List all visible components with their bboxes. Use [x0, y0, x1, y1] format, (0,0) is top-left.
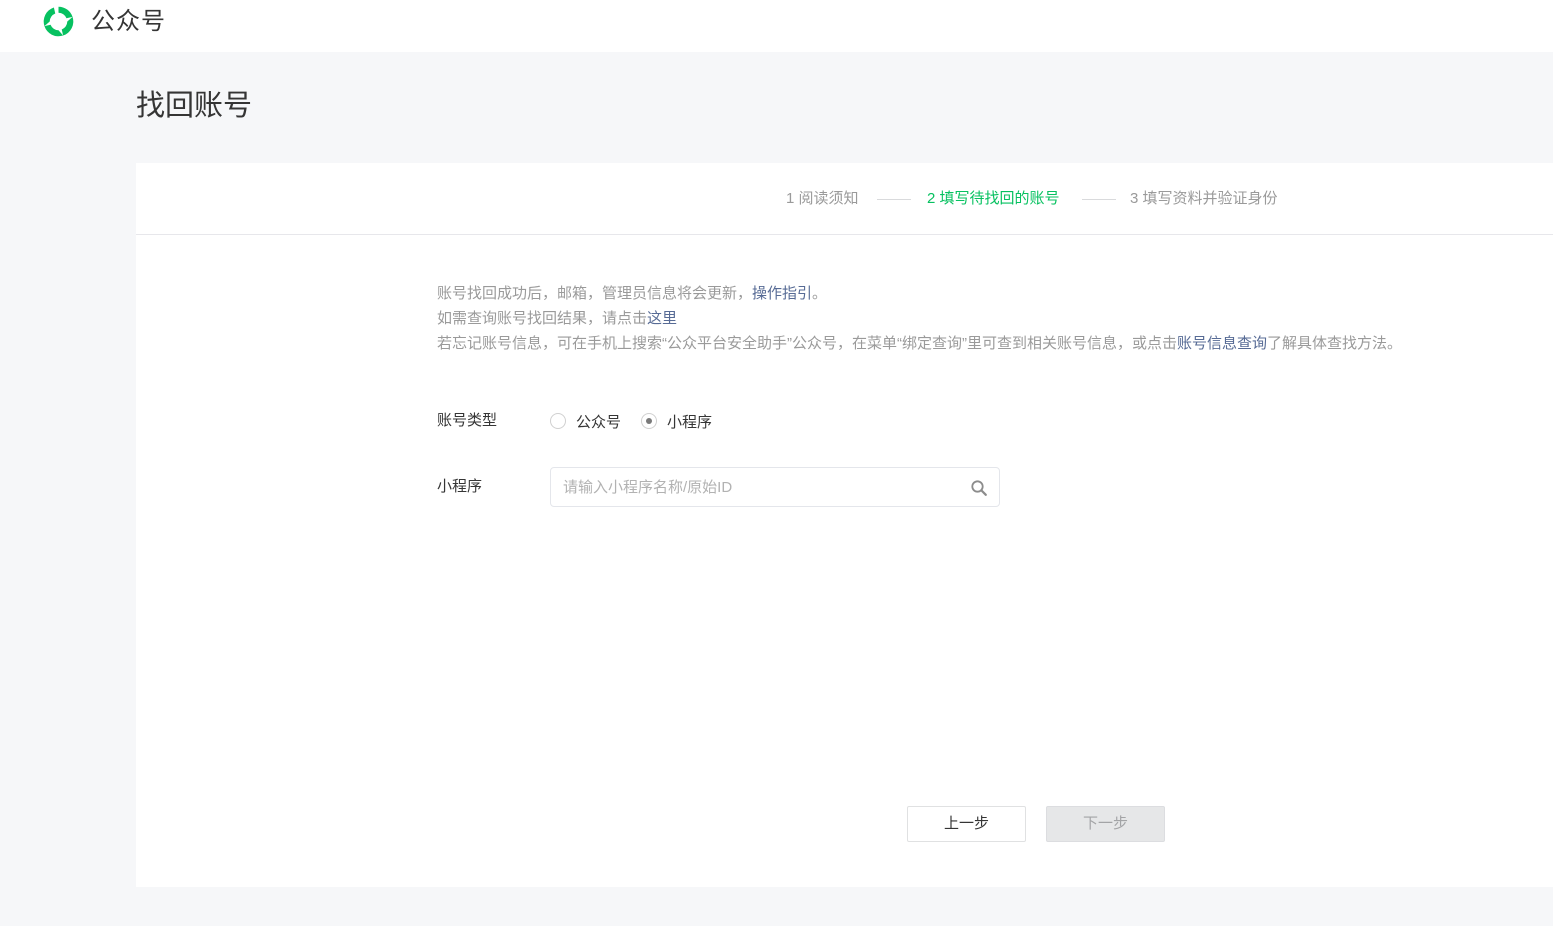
notice-line-2: 如需查询账号找回结果，请点击这里: [437, 310, 678, 327]
radio-button[interactable]: [550, 413, 566, 429]
step-divider: [1082, 199, 1116, 200]
top-header: 公众号: [0, 0, 1553, 52]
operation-guide-link[interactable]: 操作指引: [752, 285, 812, 302]
radio-label: 公众号: [576, 413, 622, 431]
brand-name: 公众号: [91, 8, 166, 35]
previous-step-button[interactable]: 上一步: [907, 806, 1026, 842]
notice-line-3: 若忘记账号信息，可在手机上搜索“公众平台安全助手”公众号，在菜单“绑定查询”里可…: [437, 335, 1403, 352]
mini-program-label: 小程序: [437, 478, 483, 495]
radio-mini-program[interactable]: 小程序: [641, 411, 712, 432]
check-result-link[interactable]: 这里: [647, 310, 677, 327]
brand[interactable]: 公众号: [40, 3, 166, 40]
account-type-row: 账号类型 公众号 小程序: [437, 409, 732, 433]
notice-line-1: 账号找回成功后，邮箱，管理员信息将会更新，操作指引。: [437, 285, 828, 302]
step-1-read-notice: 1 阅读须知: [786, 190, 859, 207]
radio-label: 小程序: [667, 413, 713, 431]
radio-official-account[interactable]: 公众号: [550, 411, 621, 432]
wechat-official-account-logo-icon: [43, 6, 74, 37]
step-2-fill-account: 2 填写待找回的账号: [927, 190, 1060, 207]
step-divider: [877, 199, 911, 200]
search-icon[interactable]: [970, 479, 988, 497]
account-type-label: 账号类型: [437, 412, 498, 429]
step-indicator: 1 阅读须知 2 填写待找回的账号 3 填写资料并验证身份: [136, 163, 1553, 235]
account-info-query-link[interactable]: 账号信息查询: [1177, 335, 1267, 352]
mini-program-search-box: [550, 467, 1000, 507]
step-3-verify-identity: 3 填写资料并验证身份: [1130, 190, 1278, 207]
radio-button-checked[interactable]: [641, 413, 658, 429]
mini-program-row: 小程序: [437, 467, 1000, 507]
page-title: 找回账号: [136, 90, 253, 122]
recovery-card: 1 阅读须知 2 填写待找回的账号 3 填写资料并验证身份 账号找回成功后，邮箱…: [136, 163, 1553, 887]
next-step-button[interactable]: 下一步: [1046, 806, 1165, 842]
mini-program-search-input[interactable]: [563, 468, 963, 506]
notice-text: 账号找回成功后，邮箱，管理员信息将会更新，操作指引。 如需查询账号找回结果，请点…: [437, 281, 1402, 356]
